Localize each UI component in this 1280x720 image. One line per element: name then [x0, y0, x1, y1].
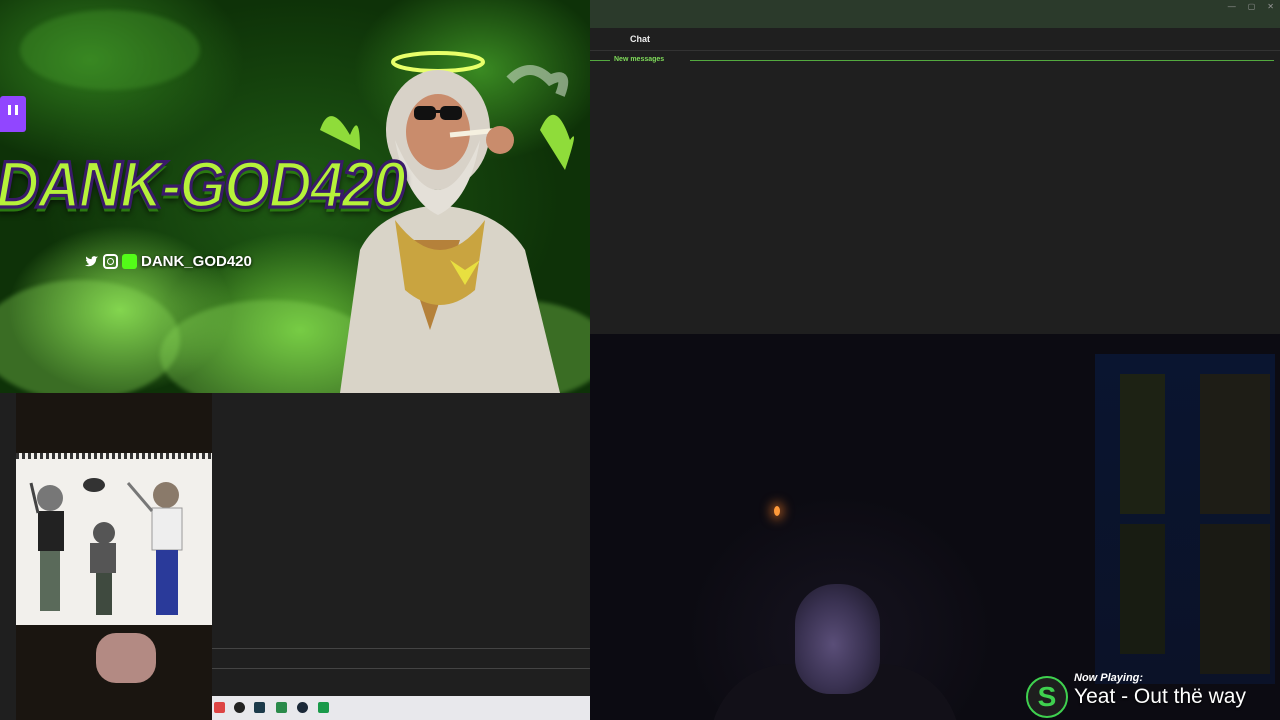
window-pane — [1200, 524, 1270, 674]
hand — [96, 633, 156, 683]
window-pane — [1200, 374, 1270, 514]
twitch-icon — [0, 96, 26, 132]
divider-line — [590, 60, 610, 61]
now-playing-label: Now Playing: — [1074, 672, 1144, 684]
window-pane — [1120, 524, 1165, 654]
divider-line — [690, 60, 1274, 61]
app-icon[interactable] — [318, 702, 329, 713]
instagram-icon — [103, 254, 118, 269]
obs-icon[interactable] — [234, 702, 245, 713]
now-playing-widget: S Now Playing: Yeat - Out thë way — [1022, 670, 1280, 720]
kick-icon — [122, 254, 137, 269]
sketch-figures — [29, 478, 183, 615]
chat-header: Chat — [590, 28, 1280, 51]
new-messages-divider: New messages — [590, 56, 1274, 66]
chat-title: Chat — [630, 34, 650, 44]
terminal-icon[interactable] — [254, 702, 265, 713]
cloud-decoration — [20, 10, 200, 90]
spotify-icon: S — [1026, 676, 1068, 718]
social-handle-text: DANK_GOD420 — [141, 253, 252, 270]
drawing-camera — [16, 393, 212, 720]
shield-icon[interactable] — [214, 702, 225, 713]
divider-line — [212, 668, 590, 669]
social-handles: DANK_GOD420 — [84, 253, 252, 270]
close-icon[interactable]: ✕ — [1267, 2, 1274, 11]
person-head — [795, 584, 880, 694]
window-controls: — ▢ ✕ — [1228, 2, 1274, 11]
restore-icon[interactable]: ▢ — [1248, 2, 1256, 11]
sketchbook-drawing — [16, 453, 212, 625]
window-pane — [1120, 374, 1165, 514]
new-messages-label: New messages — [614, 56, 665, 63]
webcam-feed — [590, 334, 1280, 720]
minimize-icon[interactable]: — — [1228, 2, 1236, 11]
twitter-icon — [84, 254, 99, 269]
candle-light — [774, 506, 780, 516]
channel-banner: DANK-GOD420 DANK_GOD420 — [0, 0, 590, 393]
browser-topbar: — ▢ ✕ — [590, 0, 1280, 28]
chat-panel: Chat New messages — [590, 28, 1280, 334]
cloud-decoration — [0, 280, 180, 393]
streamer-name: DANK-GOD420 — [0, 146, 408, 223]
app-icon[interactable] — [276, 702, 287, 713]
divider-line — [212, 648, 590, 649]
now-playing-track: Yeat - Out thë way — [1074, 685, 1246, 708]
steam-icon[interactable] — [297, 702, 308, 713]
taskbar — [212, 696, 590, 720]
